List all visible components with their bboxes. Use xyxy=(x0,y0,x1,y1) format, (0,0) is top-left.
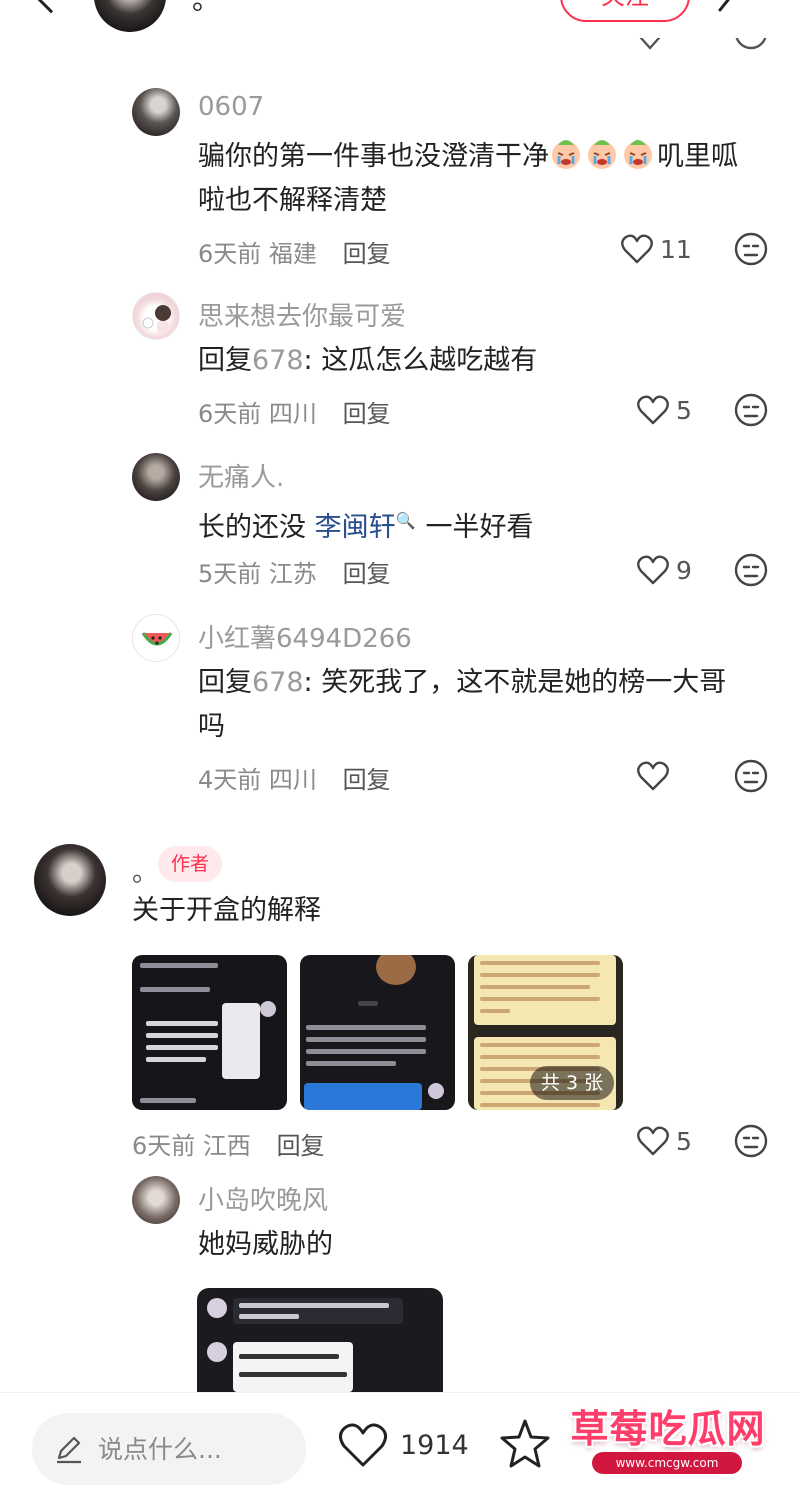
like-button[interactable] xyxy=(636,759,676,793)
like-count: 5 xyxy=(676,1126,692,1156)
comment-username[interactable]: 。 xyxy=(132,852,158,889)
reply-button[interactable]: 回复 xyxy=(343,766,391,794)
comment-text-part: 长的还没 xyxy=(198,512,306,543)
share-icon[interactable] xyxy=(716,0,756,12)
comment-meta: 4天前 四川 回复 xyxy=(198,760,391,795)
emoji-face-icon[interactable] xyxy=(734,232,768,266)
crying-face-icon xyxy=(552,140,580,169)
comment-text: 长的还没 李闽轩🔍 一半好看 xyxy=(198,498,534,551)
comment-text-line2: 啦也不解释清楚 xyxy=(198,185,387,216)
comment-time: 6天前 xyxy=(198,400,262,428)
reply-button[interactable]: 回复 xyxy=(343,400,391,428)
comment-text-line2: 吗 xyxy=(198,711,225,742)
comment-location: 福建 xyxy=(268,240,317,268)
comment-image[interactable] xyxy=(197,1288,443,1392)
post-like-count: 1914 xyxy=(400,1429,469,1461)
avatar[interactable] xyxy=(132,292,180,340)
author-avatar[interactable] xyxy=(94,0,166,32)
emoji-face-icon[interactable] xyxy=(734,393,768,427)
comment-text-part: : 笑死我了，这不就是她的榜一大哥 xyxy=(303,667,727,698)
like-button[interactable]: 5 xyxy=(636,393,692,427)
author-badge: 作者 xyxy=(158,846,222,882)
previous-comment-meta-remnant: · · · · · · · · · · xyxy=(200,40,410,50)
comment-time: 6天前 xyxy=(198,240,262,268)
comment-username[interactable]: 思来想去你最可爱 xyxy=(198,296,406,333)
heart-icon xyxy=(637,761,669,791)
comment-text: 回复678: 笑死我了，这不就是她的榜一大哥 xyxy=(198,660,726,706)
comment-username[interactable]: 小红薯6494D266 xyxy=(198,618,412,655)
comment-meta: 6天前 江西 回复 xyxy=(132,1126,325,1161)
comment-text-part: : 这瓜怎么越吃越有 xyxy=(303,345,538,376)
previous-emoji-icon[interactable] xyxy=(734,38,768,52)
emoji-face-icon[interactable] xyxy=(734,553,768,587)
avatar[interactable] xyxy=(132,1176,180,1224)
back-icon[interactable] xyxy=(32,0,70,14)
search-icon[interactable]: 🔍 xyxy=(396,511,416,530)
reply-button[interactable]: 回复 xyxy=(343,240,391,268)
crying-face-icon xyxy=(624,140,652,169)
reply-target[interactable]: 678 xyxy=(252,345,304,376)
reply-button[interactable]: 回复 xyxy=(277,1132,325,1160)
topic-link[interactable]: 李闽轩 xyxy=(315,512,396,543)
comment-meta: 6天前 四川 回复 xyxy=(198,394,391,429)
heart-icon xyxy=(339,1423,387,1467)
site-watermark: 草莓吃瓜网 www.cmcgw.com xyxy=(548,1392,788,1488)
emoji-face-icon[interactable] xyxy=(734,1124,768,1158)
like-count: 9 xyxy=(676,555,692,585)
watermark-title: 草莓吃瓜网 xyxy=(570,1407,766,1451)
previous-like-icon[interactable] xyxy=(638,38,662,52)
comment-username[interactable]: 小岛吹晚风 xyxy=(198,1180,328,1217)
comment-text-part: 一半好看 xyxy=(425,512,534,543)
watermark-url: www.cmcgw.com xyxy=(592,1452,742,1474)
avatar[interactable] xyxy=(132,453,180,501)
avatar[interactable] xyxy=(132,614,180,662)
like-button[interactable]: 5 xyxy=(636,1124,692,1158)
comment-location: 四川 xyxy=(268,766,317,794)
comment-text: 她妈威胁的 xyxy=(198,1229,333,1260)
comment-time: 4天前 xyxy=(198,766,262,794)
like-count: 11 xyxy=(660,234,692,264)
like-button[interactable]: 9 xyxy=(636,553,692,587)
author-name[interactable]: 。 xyxy=(192,0,220,18)
comment-text: 骗你的第一件事也没澄清干净 叽里呱 xyxy=(198,134,738,180)
comment-location: 四川 xyxy=(268,400,317,428)
comment-text: 关于开盒的解释 xyxy=(132,895,321,926)
comment-username[interactable]: 0607 xyxy=(198,92,264,122)
comment-image-1[interactable] xyxy=(132,955,287,1110)
comment-input-box[interactable] xyxy=(32,1413,306,1485)
like-count: 5 xyxy=(676,395,692,425)
top-bar: 。 关注 xyxy=(0,0,800,34)
comment-meta: 6天前 福建 回复 xyxy=(198,234,391,269)
comment-time: 6天前 xyxy=(132,1132,196,1160)
comment-meta: 5天前 江苏 回复 xyxy=(198,554,391,589)
follow-button[interactable]: 关注 xyxy=(560,0,690,22)
reply-prefix: 回复 xyxy=(198,345,252,376)
heart-icon xyxy=(637,555,669,585)
like-button[interactable]: 11 xyxy=(620,232,692,266)
comment-time: 5天前 xyxy=(198,560,262,588)
comment-location: 江苏 xyxy=(268,560,317,588)
comment-text-part: 骗你的第一件事也没澄清干净 xyxy=(198,141,549,172)
reply-button[interactable]: 回复 xyxy=(343,560,391,588)
reply-target[interactable]: 678 xyxy=(252,667,304,698)
comment-input[interactable] xyxy=(98,1434,288,1464)
author-comment-avatar[interactable] xyxy=(34,844,106,916)
star-icon[interactable] xyxy=(498,1417,552,1471)
pencil-icon xyxy=(57,1436,81,1464)
comment-username[interactable]: 无痛人. xyxy=(198,457,284,494)
comment-text: 回复678: 这瓜怎么越吃越有 xyxy=(198,338,537,384)
watermelon-icon xyxy=(141,632,173,646)
comment-location: 江西 xyxy=(202,1132,251,1160)
image-count-badge: 共 3 张 xyxy=(530,1066,614,1100)
emoji-face-icon[interactable] xyxy=(734,759,768,793)
comment-image-2[interactable] xyxy=(300,955,455,1110)
heart-icon xyxy=(637,395,669,425)
post-like-button[interactable]: 1914 xyxy=(336,1421,469,1469)
reply-prefix: 回复 xyxy=(198,667,252,698)
heart-icon xyxy=(637,1126,669,1156)
heart-icon xyxy=(621,234,653,264)
crying-face-icon xyxy=(588,140,616,169)
avatar[interactable] xyxy=(132,88,180,136)
comment-text-part: 叽里呱 xyxy=(657,141,738,172)
